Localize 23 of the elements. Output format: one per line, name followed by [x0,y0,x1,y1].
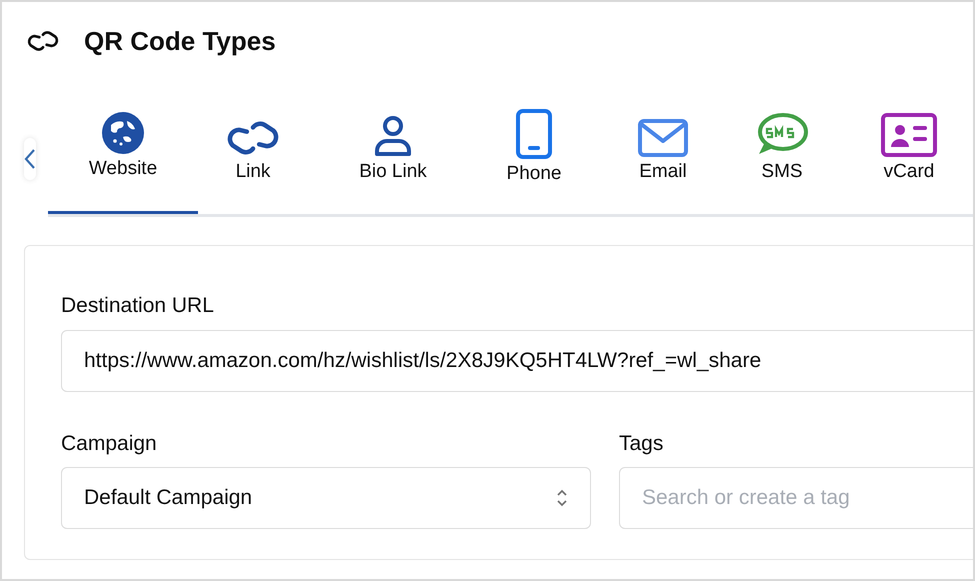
type-tab[interactable]: Link [198,100,308,214]
campaign-select[interactable]: Default Campaign [61,467,591,529]
envelope-icon [637,118,689,158]
phone-icon [515,108,553,160]
person-icon [373,114,413,158]
page-title: QR Code Types [84,24,276,58]
tags-field[interactable]: Search or create a tag [619,467,973,529]
chevron-left-icon [24,148,36,170]
type-tab[interactable]: Bio Link [308,100,478,214]
destination-url-field[interactable]: https://www.amazon.com/hz/wishlist/ls/2X8J9KQ5HT4LW?ref_=wl_share [61,330,973,392]
globe-icon [101,110,145,154]
type-tab[interactable]: SMS [736,100,828,214]
field-label: Campaign [61,430,158,456]
type-tab[interactable]: vCard [828,100,973,214]
type-tab[interactable]: Email [590,100,736,214]
field-label: Destination URL [61,293,215,319]
field-label: Tags [619,430,664,456]
contact-card-icon [880,112,938,158]
type-tab[interactable]: Phone [478,100,590,214]
sort-arrows-icon [556,488,568,508]
link-icon [26,29,60,53]
type-tab[interactable]: Website [48,100,198,214]
scroll-left-button[interactable] [24,138,36,180]
